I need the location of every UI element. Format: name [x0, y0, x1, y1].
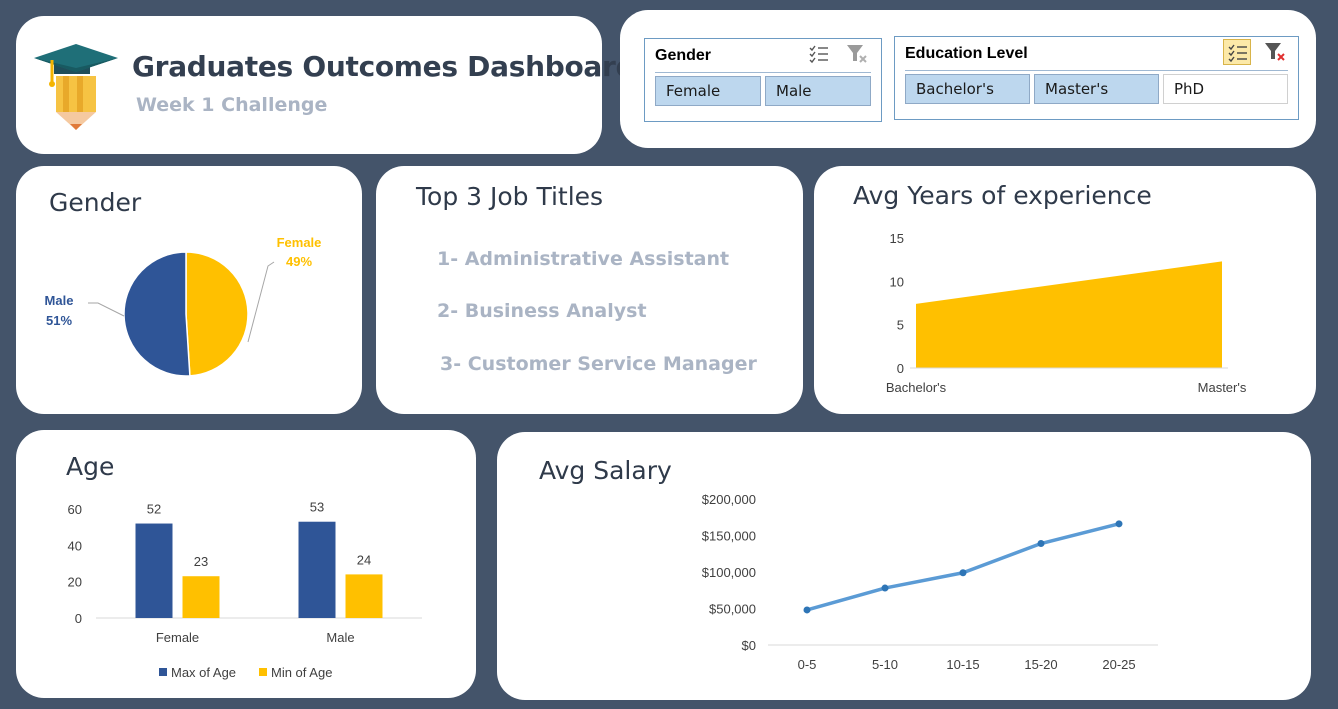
- dashboard-subtitle: Week 1 Challenge: [136, 94, 328, 116]
- clear-filter-icon[interactable]: [845, 43, 869, 65]
- top-job-titles-card: Top 3 Job Titles 1- Administrative Assis…: [376, 166, 803, 414]
- slicer-option-female[interactable]: Female: [655, 76, 761, 106]
- legend-label: Max of Age: [171, 665, 236, 680]
- salary-line: [806, 522, 1120, 612]
- bar-data-label: 23: [194, 554, 208, 569]
- salary-point: [881, 584, 889, 592]
- bar-data-label: 52: [147, 502, 161, 517]
- x-tick-label: 15-20: [1024, 657, 1057, 672]
- header-card: Graduates Outcomes Dashboard Week 1 Chal…: [16, 16, 636, 154]
- multi-select-icon: [1228, 44, 1247, 63]
- pie-value-female: 49%: [286, 254, 312, 269]
- x-tick-label: 10-15: [946, 657, 979, 672]
- slicers-card: Gender Female Male Education Level Bache…: [620, 10, 1316, 148]
- gender-pie-chart: Female 49% Male 51%: [45, 235, 322, 377]
- y-tick-label: 10: [890, 274, 904, 289]
- multi-select-toggle[interactable]: [1223, 39, 1251, 65]
- legend-swatch: [259, 668, 267, 676]
- y-tick-label: 20: [68, 575, 82, 590]
- pie-value-male: 51%: [46, 313, 72, 328]
- y-tick-label: $0: [742, 638, 756, 653]
- clear-filter-icon[interactable]: [1263, 41, 1287, 63]
- multi-select-icon[interactable]: [807, 43, 831, 65]
- pie-slice-male: [123, 251, 191, 377]
- x-tick-label: 0-5: [798, 657, 817, 672]
- bar-max-of-age: [298, 521, 336, 618]
- bar-data-label: 53: [310, 500, 324, 515]
- education-slicer-title: Education Level: [905, 45, 1028, 62]
- avg-years-experience-card: Avg Years of experience 0 5 10 15 Bachelor's…: [814, 166, 1316, 414]
- slicer-option-phd[interactable]: PhD: [1163, 74, 1288, 104]
- salary-point: [803, 606, 811, 614]
- salary-line-chart: $0 $50,000 $100,000 $150,000 $200,000 0-5 5-10…: [702, 492, 1158, 672]
- y-tick-label: 0: [75, 611, 82, 626]
- slicer-divider: [655, 72, 871, 73]
- education-level-slicer: Education Level Bachelor's Master's PhD: [894, 36, 1299, 120]
- gender-chart-card: Gender Female 49% Male 51%: [16, 166, 362, 414]
- y-tick-label: $50,000: [709, 602, 756, 617]
- bar-min-of-age: [345, 574, 383, 618]
- slicer-option-male[interactable]: Male: [765, 76, 871, 106]
- y-tick-label: 15: [890, 231, 904, 246]
- legend-swatch: [159, 668, 167, 676]
- years-area-chart: 0 5 10 15 Bachelor's Master's: [886, 231, 1247, 395]
- pie-leader-line: [88, 302, 125, 317]
- y-tick-label: 5: [897, 318, 904, 333]
- pie-label-female: Female: [277, 235, 322, 250]
- job-title-item: 1- Administrative Assistant: [437, 248, 730, 270]
- salary-point: [959, 569, 967, 577]
- x-tick-label: 20-25: [1102, 657, 1135, 672]
- top-jobs-title: Top 3 Job Titles: [416, 182, 604, 211]
- x-tick-label: Female: [156, 630, 199, 645]
- bar-min-of-age: [182, 576, 220, 618]
- y-tick-label: $150,000: [702, 529, 756, 544]
- dashboard-title: Graduates Outcomes Dashboard: [132, 50, 636, 83]
- job-title-item: 2- Business Analyst: [437, 300, 647, 322]
- x-tick-label: Master's: [1198, 380, 1247, 395]
- y-tick-label: 60: [68, 502, 82, 517]
- y-tick-label: $200,000: [702, 492, 756, 507]
- x-tick-label: Male: [326, 630, 354, 645]
- bar-data-label: 24: [357, 552, 371, 567]
- gender-slicer-title: Gender: [655, 47, 712, 64]
- gender-slicer: Gender Female Male: [644, 38, 882, 122]
- salary-point: [1115, 520, 1123, 528]
- x-tick-label: 5-10: [872, 657, 898, 672]
- salary-point: [1037, 540, 1045, 548]
- job-title-item: 3- Customer Service Manager: [440, 353, 757, 375]
- slicer-option-bachelors[interactable]: Bachelor's: [905, 74, 1030, 104]
- pie-leader-line: [247, 261, 275, 343]
- slicer-divider: [905, 70, 1288, 71]
- avg-salary-card: Avg Salary $0 $50,000 $100,000 $150,000 $200…: [497, 432, 1311, 700]
- y-tick-label: 40: [68, 538, 82, 553]
- legend-label: Min of Age: [271, 665, 332, 680]
- y-tick-label: $100,000: [702, 565, 756, 580]
- age-chart-card: Age 0 20 40 60 52 23 Female 53 24 Male Max of Age M…: [16, 430, 476, 698]
- slicer-option-masters[interactable]: Master's: [1034, 74, 1159, 104]
- pie-slice-female: [185, 251, 249, 377]
- bar-max-of-age: [135, 523, 173, 618]
- x-tick-label: Bachelor's: [886, 380, 947, 395]
- age-bar-chart: 0 20 40 60 52 23 Female 53 24 Male Max of Age Min o…: [68, 500, 422, 680]
- y-tick-label: 0: [897, 361, 904, 376]
- area-series: [916, 261, 1222, 368]
- graduation-cap-pencil-icon: [32, 38, 122, 138]
- pie-label-male: Male: [45, 293, 74, 308]
